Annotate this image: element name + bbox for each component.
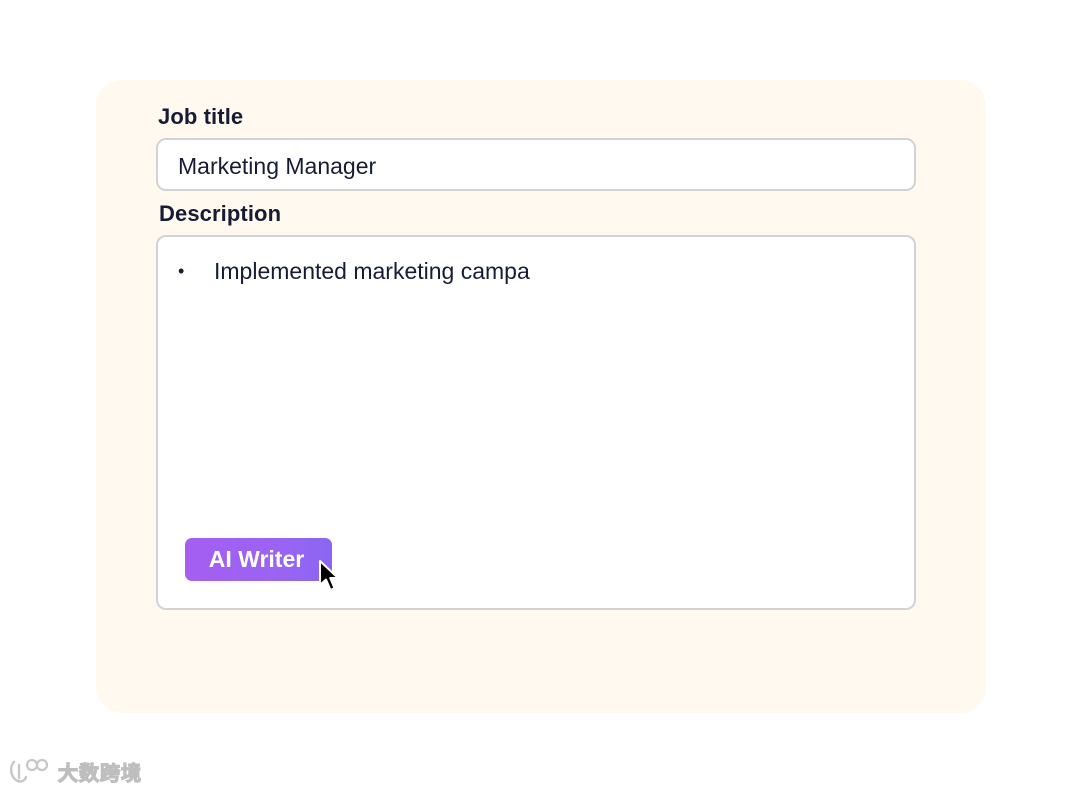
ai-writer-button[interactable]: AI Writer — [185, 538, 332, 581]
description-bullet-item: • Implemented marketing campa — [178, 258, 530, 285]
ai-writer-label: AI Writer — [208, 546, 305, 572]
watermark-text: 大数跨境 — [57, 760, 142, 785]
description-label: Description — [159, 201, 282, 226]
description-bullet-text: Implemented marketing campa — [214, 258, 530, 284]
brand-logo-icon — [10, 758, 49, 783]
bullet-marker: • — [178, 261, 185, 281]
job-title-input[interactable]: Marketing Manager — [156, 138, 916, 191]
job-title-value: Marketing Manager — [178, 153, 377, 179]
description-textarea[interactable]: • Implemented marketing campa AI Writer — [156, 235, 916, 610]
job-title-label: Job title — [158, 104, 244, 129]
mouse-pointer-icon — [319, 560, 339, 591]
watermark: 大数跨境 — [8, 756, 142, 786]
